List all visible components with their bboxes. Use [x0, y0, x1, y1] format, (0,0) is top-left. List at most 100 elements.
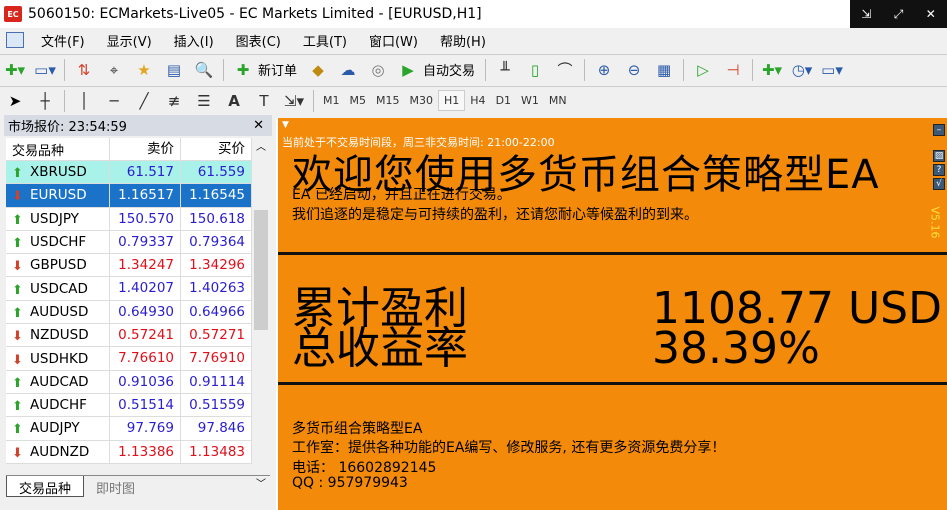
text-label-icon[interactable]: T: [252, 90, 276, 112]
chart-window[interactable]: ▼ 当前处于不交易时间段，周三非交易时间: 21:00-22:00 欢迎您使用多…: [276, 118, 947, 510]
table-row[interactable]: ⬇ EURUSD 1.16517 1.16545: [6, 184, 252, 208]
trendline-icon[interactable]: ╱: [132, 90, 156, 112]
timeframe-m1[interactable]: M1: [318, 91, 345, 110]
close-panel-icon[interactable]: ✕: [253, 118, 272, 133]
timeframe-h1[interactable]: H1: [438, 90, 466, 111]
chart-shift-icon[interactable]: ⊣: [721, 59, 745, 81]
tile-windows-icon[interactable]: ▦: [652, 59, 676, 81]
timeframe-h4[interactable]: H4: [465, 91, 490, 110]
close-icon[interactable]: ✕: [926, 7, 936, 21]
new-chart-icon[interactable]: ✚▾: [3, 59, 27, 81]
table-row[interactable]: ⬆ AUDCAD 0.91036 0.91114: [6, 370, 252, 394]
bar-chart-icon[interactable]: ╨: [493, 59, 517, 81]
metaeditor-icon[interactable]: ◆: [306, 59, 330, 81]
studio-text: 工作室：提供各种功能的EA编写、修改服务, 还有更多资源免费分享！: [292, 440, 726, 456]
chart-window-icon[interactable]: [6, 32, 24, 48]
symbol-cell: ⬆ AUDJPY: [6, 417, 110, 440]
ask-cell: 97.846: [181, 417, 252, 440]
table-row[interactable]: ⬆ AUDUSD 0.64930 0.64966: [6, 300, 252, 325]
fibonacci-icon[interactable]: ☰: [192, 90, 216, 112]
candlestick-icon[interactable]: ▯: [523, 59, 547, 81]
signals-icon[interactable]: ◎: [366, 59, 390, 81]
table-row[interactable]: ⬇ USDHKD 7.76610 7.76910: [6, 347, 252, 371]
timeframe-m5[interactable]: M5: [345, 91, 372, 110]
help-icon[interactable]: ?: [933, 164, 945, 176]
table-row[interactable]: ⬆ XBRUSD 61.517 61.559: [6, 161, 252, 185]
symbol-name: AUDUSD: [30, 303, 89, 320]
table-row[interactable]: ⬆ AUDCHF 0.51514 0.51559: [6, 393, 252, 418]
data-window-icon[interactable]: ⌖: [102, 59, 126, 81]
cursor-icon[interactable]: ➤: [3, 90, 27, 112]
table-row[interactable]: ⬆ AUDJPY 97.769 97.846: [6, 417, 252, 441]
table-row[interactable]: ⬇ GBPUSD 1.34247 1.34296: [6, 254, 252, 278]
minimize-panel-icon[interactable]: –: [933, 124, 945, 136]
timeframe-m30[interactable]: M30: [405, 91, 439, 110]
app-logo-icon: EC: [4, 6, 22, 22]
menu-view[interactable]: 显示(V): [96, 31, 163, 50]
zoom-in-icon[interactable]: ⊕: [592, 59, 616, 81]
timeframe-m15[interactable]: M15: [371, 91, 405, 110]
symbol-name: USDCHF: [30, 234, 87, 251]
column-header-symbol[interactable]: 交易品种: [6, 138, 110, 160]
auto-scroll-icon[interactable]: ▷: [691, 59, 715, 81]
window-title: 5060150: ECMarkets-Live05 - EC Markets L…: [28, 6, 482, 22]
column-header-bid[interactable]: 卖价: [110, 138, 181, 160]
column-header-ask[interactable]: 买价: [181, 138, 252, 160]
menu-help[interactable]: 帮助(H): [429, 31, 497, 50]
settings-icon[interactable]: ▨: [933, 150, 945, 162]
auto-trading-button[interactable]: 自动交易: [423, 60, 475, 79]
navigator-icon[interactable]: ★: [132, 59, 156, 81]
community-icon[interactable]: ☁: [336, 59, 360, 81]
maximize-icon[interactable]: ⤢: [894, 7, 904, 22]
symbol-name: USDCAD: [30, 280, 88, 297]
horizontal-line-icon[interactable]: ─: [102, 90, 126, 112]
strategy-tester-icon[interactable]: 🔍: [192, 59, 216, 81]
up-arrow-icon: ⬆: [12, 282, 23, 298]
zoom-out-icon[interactable]: ⊖: [622, 59, 646, 81]
symbol-name: GBPUSD: [30, 257, 87, 274]
indicators-icon[interactable]: ✚▾: [760, 59, 784, 81]
table-row[interactable]: ⬇ NZDUSD 0.57241 0.57271: [6, 324, 252, 348]
crosshair-icon[interactable]: ┼: [33, 90, 57, 112]
symbol-name: AUDCHF: [30, 397, 87, 414]
equidistant-channel-icon[interactable]: ≢: [162, 90, 186, 112]
new-order-button[interactable]: 新订单: [258, 60, 297, 79]
table-row[interactable]: ⬆ USDCAD 1.40207 1.40263: [6, 277, 252, 301]
table-row[interactable]: ⬇ AUDNZD 1.13386 1.13483: [6, 440, 252, 464]
symbol-name: NZDUSD: [30, 327, 89, 344]
vertical-line-icon[interactable]: │: [72, 90, 96, 112]
menu-insert[interactable]: 插入(I): [163, 31, 225, 50]
scrollbar[interactable]: ︿ ﹀: [252, 138, 270, 490]
timeframe-w1[interactable]: W1: [516, 91, 544, 110]
menu-charts[interactable]: 图表(C): [225, 31, 292, 50]
ask-cell: 0.91114: [181, 370, 252, 393]
check-icon[interactable]: √: [933, 178, 945, 190]
periods-icon[interactable]: ◷▾: [790, 59, 814, 81]
scroll-up-icon[interactable]: ︿: [252, 138, 270, 153]
templates-icon[interactable]: ▭▾: [820, 59, 844, 81]
menu-file[interactable]: 文件(F): [30, 31, 96, 50]
market-watch-icon[interactable]: ⇅: [72, 59, 96, 81]
profiles-icon[interactable]: ▭▾: [33, 59, 57, 81]
menu-window[interactable]: 窗口(W): [358, 31, 429, 50]
symbol-name: XBRUSD: [30, 164, 87, 181]
timeframe-d1[interactable]: D1: [491, 91, 516, 110]
auto-trading-icon[interactable]: ▶: [396, 59, 420, 81]
scrollbar-thumb[interactable]: [254, 210, 268, 330]
tab-tick-chart[interactable]: 即时图: [84, 476, 147, 497]
table-row[interactable]: ⬆ USDJPY 150.570 150.618: [6, 207, 252, 231]
table-row[interactable]: ⬆ USDCHF 0.79337 0.79364: [6, 230, 252, 255]
table-header: 交易品种 卖价 买价: [6, 138, 252, 161]
line-chart-icon[interactable]: ⌒: [553, 59, 577, 81]
terminal-icon[interactable]: ▤: [162, 59, 186, 81]
chart-menu-triangle-icon[interactable]: ▼: [282, 120, 289, 130]
restore-icon[interactable]: ⇲: [861, 7, 871, 21]
symbol-cell: ⬆ USDJPY: [6, 207, 110, 230]
timeframe-mn[interactable]: MN: [544, 91, 572, 110]
text-icon[interactable]: A: [222, 90, 246, 112]
new-order-icon[interactable]: ✚: [231, 59, 255, 81]
tab-symbols[interactable]: 交易品种: [6, 476, 85, 497]
market-watch-table: 交易品种 卖价 买价 ⬆ XBRUSD 61.517 61.559 ⬇ EURUSD 1.1…: [6, 138, 252, 464]
menu-tools[interactable]: 工具(T): [292, 31, 358, 50]
arrows-icon[interactable]: ⇲▾: [282, 90, 306, 112]
